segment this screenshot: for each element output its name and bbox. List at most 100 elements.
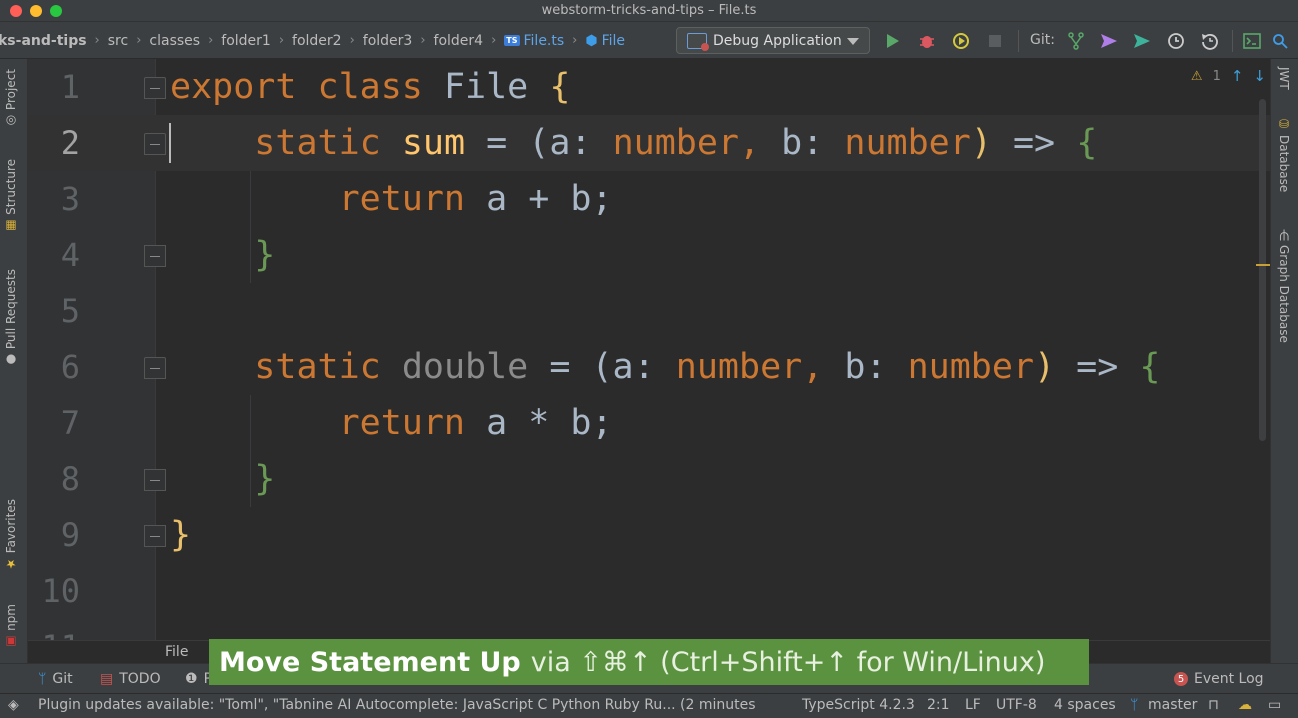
previous-highlight-icon[interactable]: ↑ xyxy=(1231,67,1244,85)
tool-tab-pull-requests[interactable]: ● Pull Requests xyxy=(4,269,18,367)
project-icon: ◎ xyxy=(4,114,18,129)
memory-indicator-icon[interactable]: ▭ xyxy=(1268,697,1281,713)
tool-window-event-log[interactable]: 5 Event Log xyxy=(1174,671,1264,687)
editor-scrollbar[interactable] xyxy=(1259,99,1266,441)
breadcrumb-folder4[interactable]: folder4 xyxy=(430,33,488,49)
code-line[interactable]: 4 } xyxy=(28,227,1270,283)
code-line-current[interactable]: 2 static sum = (a: number, b: number) =>… xyxy=(28,115,1270,171)
tool-tab-graph-database[interactable]: ⋲ Graph Database xyxy=(1277,229,1291,343)
layers-icon[interactable]: ◈ xyxy=(8,697,19,713)
warning-stripe-marker[interactable] xyxy=(1256,264,1270,266)
caret-position[interactable]: 2:1 xyxy=(927,697,950,713)
next-highlight-icon[interactable]: ↓ xyxy=(1253,67,1266,85)
code-line[interactable]: 8 } xyxy=(28,451,1270,507)
breadcrumb-src[interactable]: src xyxy=(104,33,132,49)
fold-marker-icon[interactable] xyxy=(144,525,166,547)
git-branch-icon[interactable] xyxy=(1066,31,1086,51)
debug-icon[interactable] xyxy=(917,31,937,51)
breadcrumb-classes[interactable]: classes xyxy=(145,33,204,49)
breadcrumb-symbol[interactable]: ⬢ File xyxy=(581,33,629,49)
tool-window-git-label: Git xyxy=(52,671,73,687)
run-configuration-label: Debug Application xyxy=(713,32,842,49)
code-line[interactable]: 5 xyxy=(28,283,1270,339)
tool-tab-pull-requests-label: Pull Requests xyxy=(4,269,18,350)
tool-tab-database[interactable]: ⛁ Database xyxy=(1277,117,1291,192)
tool-tab-npm[interactable]: ▣ npm xyxy=(4,604,18,649)
line-number: 9 xyxy=(60,516,80,554)
breadcrumb-separator: › xyxy=(208,33,214,48)
code-text: static sum = (a: number, b: number) => { xyxy=(254,123,1098,163)
breadcrumb-file[interactable]: TS File.ts xyxy=(500,33,568,49)
tool-tab-jwt[interactable]: JWT xyxy=(1277,67,1291,90)
file-encoding[interactable]: UTF-8 xyxy=(996,697,1037,713)
stop-icon[interactable] xyxy=(985,31,1005,51)
status-message[interactable]: Plugin updates available: "Toml", "Tabni… xyxy=(38,697,758,713)
tool-tab-graph-database-label: Graph Database xyxy=(1277,245,1291,343)
notifications-icon[interactable]: ☁ xyxy=(1238,697,1252,713)
tool-tab-project[interactable]: ◎ Project xyxy=(4,69,18,128)
git-branch-icon: ᛘ xyxy=(1130,697,1139,713)
fold-marker-icon[interactable] xyxy=(144,469,166,491)
editor-breadcrumb-item[interactable]: File xyxy=(165,644,188,660)
code-line[interactable]: 1 export class File { xyxy=(28,59,1270,115)
git-update-icon[interactable] xyxy=(1099,31,1119,51)
code-text: export class File { xyxy=(170,67,571,107)
npm-icon: ▣ xyxy=(4,634,18,649)
tool-window-git[interactable]: ᛘ Git xyxy=(38,671,73,687)
tool-tab-structure-label: Structure xyxy=(4,159,18,215)
run-with-coverage-icon[interactable] xyxy=(951,31,971,51)
fold-marker-icon[interactable] xyxy=(144,357,166,379)
breadcrumb-folder3[interactable]: folder3 xyxy=(359,33,417,49)
warning-icon: ⚠ xyxy=(1190,68,1203,84)
terminal-icon[interactable] xyxy=(1242,31,1262,51)
code-editor[interactable]: 1 export class File { 2 static sum = (a:… xyxy=(28,59,1270,640)
code-line[interactable]: 3 return a + b; xyxy=(28,171,1270,227)
typescript-file-icon: TS xyxy=(504,35,520,46)
tool-tab-structure[interactable]: ▦ Structure xyxy=(4,159,18,233)
warning-count: 1 xyxy=(1212,68,1221,84)
code-line[interactable]: 11 xyxy=(28,619,1270,640)
indent-setting[interactable]: 4 spaces xyxy=(1054,697,1116,713)
breadcrumb-folder2[interactable]: folder2 xyxy=(288,33,346,49)
line-number: 3 xyxy=(60,180,80,218)
line-number: 6 xyxy=(60,348,80,386)
language-service[interactable]: TypeScript 4.2.3 xyxy=(802,697,915,713)
status-bar: ◈ Plugin updates available: "Toml", "Tab… xyxy=(0,693,1298,718)
breadcrumb-folder1[interactable]: folder1 xyxy=(217,33,275,49)
inspection-widget[interactable]: ⚠ 1 ↑ ↓ xyxy=(1191,67,1266,85)
tool-tab-npm-label: npm xyxy=(4,604,18,631)
code-line[interactable]: 7 return a * b; xyxy=(28,395,1270,451)
lock-icon[interactable]: ⊓ xyxy=(1208,697,1219,713)
code-line[interactable]: 9 } xyxy=(28,507,1270,563)
breadcrumb-separator: › xyxy=(136,33,142,48)
git-label: Git: xyxy=(1030,32,1055,48)
tool-window-problems[interactable]: ❶ P xyxy=(185,671,212,687)
fold-marker-icon[interactable] xyxy=(144,245,166,267)
run-icon[interactable] xyxy=(883,31,903,51)
run-configuration-select[interactable]: Debug Application xyxy=(676,27,870,54)
git-branch[interactable]: master xyxy=(1148,697,1197,713)
code-line[interactable]: 6 static double = (a: number, b: number)… xyxy=(28,339,1270,395)
line-number: 4 xyxy=(60,236,80,274)
breadcrumb-separator: › xyxy=(94,33,100,48)
breadcrumb-separator: › xyxy=(572,33,578,48)
toolbar-divider xyxy=(1018,30,1019,52)
line-separator[interactable]: LF xyxy=(965,697,981,713)
git-push-icon[interactable] xyxy=(1132,31,1152,51)
fold-marker-icon[interactable] xyxy=(144,133,166,155)
git-branch-icon: ᛘ xyxy=(38,671,47,687)
tool-tab-favorites[interactable]: ★ Favorites xyxy=(4,499,18,571)
breadcrumb-separator: › xyxy=(420,33,426,48)
code-line[interactable]: 10 xyxy=(28,563,1270,619)
breadcrumb-project[interactable]: ks-and-tips xyxy=(0,33,91,49)
rollback-icon[interactable] xyxy=(1200,31,1220,51)
fold-marker-icon[interactable] xyxy=(144,77,166,99)
history-icon[interactable] xyxy=(1166,31,1186,51)
tool-window-todo[interactable]: ▤ TODO xyxy=(100,671,161,687)
search-icon[interactable] xyxy=(1270,31,1290,51)
tool-tab-favorites-label: Favorites xyxy=(4,499,18,554)
code-text: } xyxy=(170,515,192,555)
toolbar-divider xyxy=(1232,30,1233,52)
window-title: webstorm-tricks-and-tips – File.ts xyxy=(541,3,757,18)
graph-icon: ⋲ xyxy=(1277,229,1291,241)
